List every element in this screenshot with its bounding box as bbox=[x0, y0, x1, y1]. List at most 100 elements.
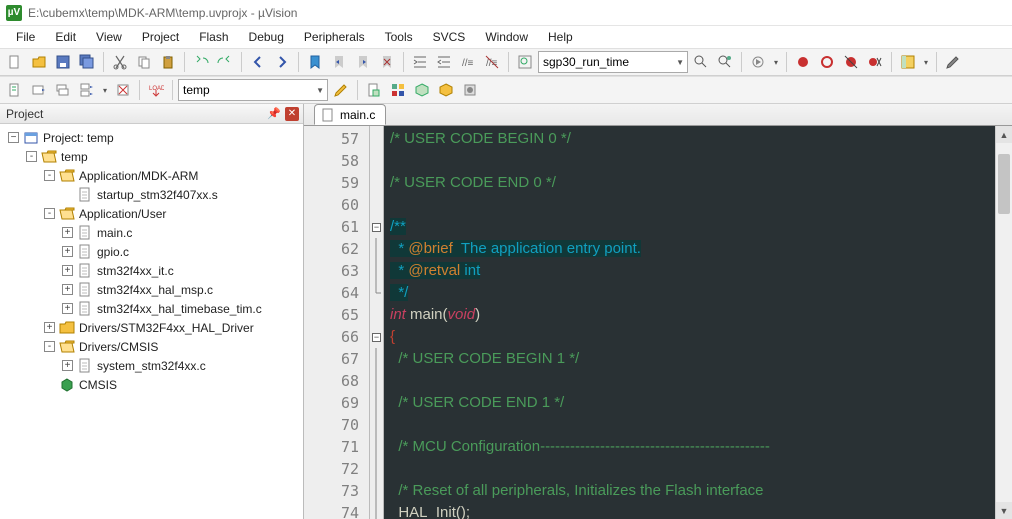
batch-build-dropdown[interactable]: ▾ bbox=[100, 79, 110, 101]
menu-flash[interactable]: Flash bbox=[189, 28, 238, 46]
translate-button[interactable] bbox=[4, 79, 26, 101]
redo-button[interactable] bbox=[214, 51, 236, 73]
tree-item[interactable]: +stm32f4xx_hal_timebase_tim.c bbox=[2, 299, 301, 318]
tree-toggle[interactable]: - bbox=[26, 151, 37, 162]
pack-installer-button[interactable] bbox=[435, 79, 457, 101]
configure-button[interactable] bbox=[942, 51, 964, 73]
window-layout-dropdown[interactable]: ▾ bbox=[921, 51, 931, 73]
editor-tab-main-c[interactable]: main.c bbox=[314, 104, 386, 125]
menu-svcs[interactable]: SVCS bbox=[423, 28, 476, 46]
nav-back-button[interactable] bbox=[247, 51, 269, 73]
tree-toggle[interactable]: + bbox=[62, 227, 73, 238]
tree-label: Application/User bbox=[79, 207, 166, 221]
menu-tools[interactable]: Tools bbox=[375, 28, 423, 46]
target-select-combo[interactable]: temp ▼ bbox=[178, 79, 328, 101]
copy-button[interactable] bbox=[133, 51, 155, 73]
debug-start-button[interactable] bbox=[747, 51, 769, 73]
breakpoint-enable-button[interactable] bbox=[816, 51, 838, 73]
paste-button[interactable] bbox=[157, 51, 179, 73]
menu-view[interactable]: View bbox=[86, 28, 132, 46]
stop-build-button[interactable] bbox=[112, 79, 134, 101]
fold-strip[interactable]: −− bbox=[370, 126, 384, 519]
tree-item[interactable]: +Drivers/STM32F4xx_HAL_Driver bbox=[2, 318, 301, 337]
comment-button[interactable]: //≡ bbox=[457, 51, 479, 73]
tree-toggle[interactable]: + bbox=[62, 284, 73, 295]
target-options-button[interactable] bbox=[330, 79, 352, 101]
tree-toggle[interactable]: + bbox=[62, 360, 73, 371]
tree-toggle[interactable]: − bbox=[8, 132, 19, 143]
tree-toggle[interactable]: - bbox=[44, 341, 55, 352]
find-in-files-button[interactable] bbox=[690, 51, 712, 73]
menu-peripherals[interactable]: Peripherals bbox=[294, 28, 375, 46]
folder-closed-icon bbox=[59, 320, 75, 336]
rebuild-button[interactable] bbox=[52, 79, 74, 101]
select-packs-button[interactable] bbox=[411, 79, 433, 101]
tree-item[interactable]: startup_stm32f407xx.s bbox=[2, 185, 301, 204]
vertical-scrollbar[interactable]: ▲ ▼ bbox=[995, 126, 1012, 519]
nav-forward-button[interactable] bbox=[271, 51, 293, 73]
tree-item[interactable]: -Application/MDK-ARM bbox=[2, 166, 301, 185]
save-button[interactable] bbox=[52, 51, 74, 73]
tree-toggle[interactable]: + bbox=[62, 265, 73, 276]
tree-item[interactable]: +system_stm32f4xx.c bbox=[2, 356, 301, 375]
tree-item[interactable]: CMSIS bbox=[2, 375, 301, 394]
incremental-find-button[interactable] bbox=[714, 51, 736, 73]
menu-file[interactable]: File bbox=[6, 28, 45, 46]
project-panel-header: Project 📌 ✕ bbox=[0, 104, 303, 124]
menu-help[interactable]: Help bbox=[538, 28, 583, 46]
breakpoint-kill-button[interactable] bbox=[864, 51, 886, 73]
bookmark-next-button[interactable] bbox=[352, 51, 374, 73]
menu-project[interactable]: Project bbox=[132, 28, 189, 46]
breakpoint-disable-button[interactable] bbox=[840, 51, 862, 73]
batch-build-button[interactable] bbox=[76, 79, 98, 101]
tree-item[interactable]: +main.c bbox=[2, 223, 301, 242]
bookmark-clear-button[interactable] bbox=[376, 51, 398, 73]
tree-toggle[interactable]: + bbox=[62, 246, 73, 257]
debug-dropdown[interactable]: ▾ bbox=[771, 51, 781, 73]
scroll-up-button[interactable]: ▲ bbox=[996, 126, 1012, 143]
build-target-button[interactable] bbox=[28, 79, 50, 101]
menu-edit[interactable]: Edit bbox=[45, 28, 86, 46]
project-root[interactable]: − Project: temp bbox=[2, 128, 301, 147]
scroll-thumb[interactable] bbox=[998, 154, 1010, 214]
breakpoint-insert-button[interactable] bbox=[792, 51, 814, 73]
window-layout-button[interactable] bbox=[897, 51, 919, 73]
manage-components-button[interactable] bbox=[387, 79, 409, 101]
toolbar-file: //≡ //≡ sgp30_run_time ▼ ▾ ▾ bbox=[0, 48, 1012, 76]
find-combo[interactable]: sgp30_run_time ▼ bbox=[538, 51, 688, 73]
uncomment-button[interactable]: //≡ bbox=[481, 51, 503, 73]
tree-item[interactable]: +gpio.c bbox=[2, 242, 301, 261]
save-all-button[interactable] bbox=[76, 51, 98, 73]
tree-item[interactable]: -Drivers/CMSIS bbox=[2, 337, 301, 356]
tree-item[interactable]: - Application/User bbox=[2, 204, 301, 223]
new-file-button[interactable] bbox=[4, 51, 26, 73]
file-ext-button[interactable] bbox=[363, 79, 385, 101]
tree-toggle[interactable]: + bbox=[62, 303, 73, 314]
menu-window[interactable]: Window bbox=[475, 28, 538, 46]
c-file-icon bbox=[77, 225, 93, 241]
bookmark-prev-button[interactable] bbox=[328, 51, 350, 73]
tree-toggle[interactable]: + bbox=[44, 322, 55, 333]
tree-item[interactable]: +stm32f4xx_hal_msp.c bbox=[2, 280, 301, 299]
editor-area: main.c 575859606162636465666768697071727… bbox=[304, 104, 1012, 519]
close-icon[interactable]: ✕ bbox=[285, 107, 299, 121]
tree-toggle[interactable]: - bbox=[44, 208, 55, 219]
scroll-down-button[interactable]: ▼ bbox=[996, 502, 1012, 519]
code-editor[interactable]: 575859606162636465666768697071727374 −− … bbox=[304, 126, 1012, 519]
outdent-button[interactable] bbox=[433, 51, 455, 73]
undo-button[interactable] bbox=[190, 51, 212, 73]
bookmark-toggle-button[interactable] bbox=[304, 51, 326, 73]
indent-button[interactable] bbox=[409, 51, 431, 73]
manage-mpe-button[interactable] bbox=[459, 79, 481, 101]
menu-debug[interactable]: Debug bbox=[239, 28, 294, 46]
find-scope-button[interactable] bbox=[514, 51, 536, 73]
project-tree[interactable]: − Project: temp -temp-Application/MDK-AR… bbox=[0, 124, 303, 519]
code-content[interactable]: /* USER CODE BEGIN 0 *//* USER CODE END … bbox=[384, 126, 1012, 519]
cut-button[interactable] bbox=[109, 51, 131, 73]
open-file-button[interactable] bbox=[28, 51, 50, 73]
tree-toggle[interactable]: - bbox=[44, 170, 55, 181]
tree-item[interactable]: +stm32f4xx_it.c bbox=[2, 261, 301, 280]
pin-icon[interactable]: 📌 bbox=[267, 107, 281, 120]
tree-item[interactable]: -temp bbox=[2, 147, 301, 166]
download-button[interactable]: LOAD bbox=[145, 79, 167, 101]
